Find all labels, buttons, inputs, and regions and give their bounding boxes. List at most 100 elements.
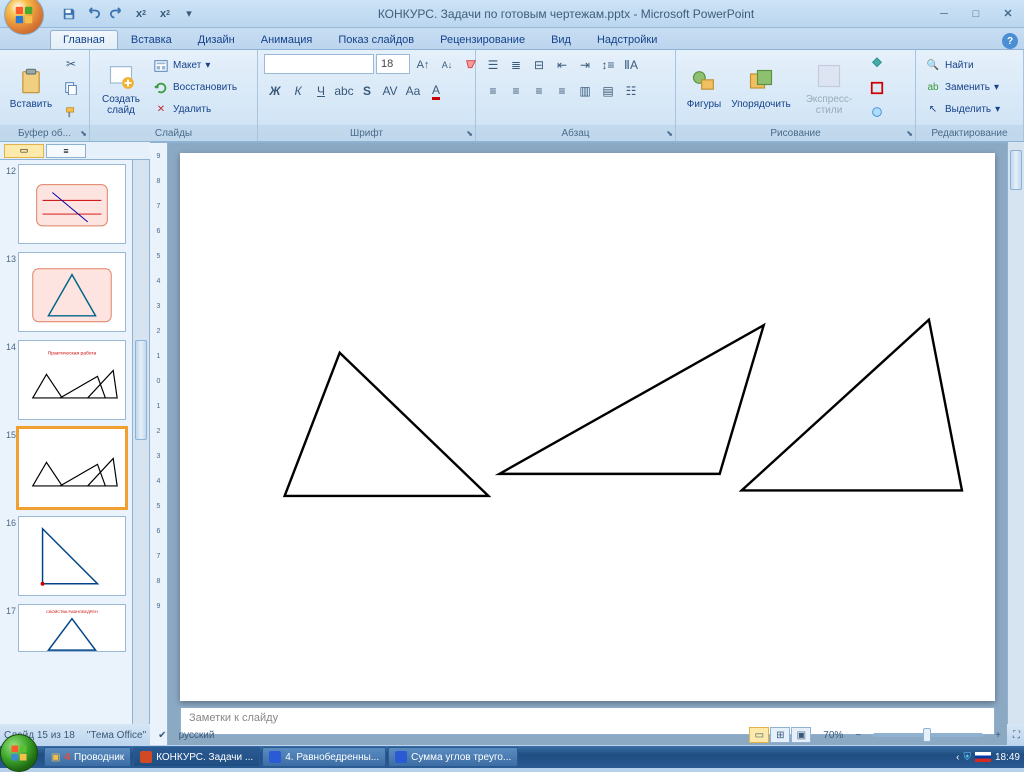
reset-button[interactable]: Восстановить	[150, 78, 240, 98]
shape-effects-icon[interactable]	[866, 101, 888, 123]
shrink-font-icon[interactable]: A↓	[436, 54, 458, 76]
increase-indent-icon[interactable]: ⇥	[574, 54, 596, 76]
tray-chevron-icon[interactable]: ‹	[956, 752, 959, 763]
slides-tab[interactable]: ▭	[4, 144, 44, 158]
decrease-indent-icon[interactable]: ⇤	[551, 54, 573, 76]
task-explorer[interactable]: ▣4 Проводник	[44, 747, 131, 767]
minimize-button[interactable]: ─	[932, 5, 956, 23]
spellcheck-icon[interactable]: ✔	[158, 730, 166, 741]
task-word1[interactable]: 4. Равнобедренны...	[262, 747, 386, 767]
close-button[interactable]: ✕	[996, 5, 1020, 23]
quick-styles-button[interactable]: Экспресс-стили	[796, 53, 862, 123]
strike-icon[interactable]: abc	[333, 80, 355, 102]
multilevel-icon[interactable]: ⊟	[528, 54, 550, 76]
undo-icon[interactable]	[82, 4, 104, 24]
ruler-vertical[interactable]: 9876543210123456789	[150, 143, 168, 745]
italic-icon[interactable]: К	[287, 80, 309, 102]
tab-animation[interactable]: Анимация	[248, 30, 326, 49]
find-button[interactable]: 🔍Найти	[922, 56, 1003, 76]
slideshow-view-icon[interactable]: ▣	[791, 727, 811, 743]
align-right-icon[interactable]: ≡	[528, 80, 550, 102]
text-direction-icon[interactable]: ⅡA	[620, 54, 642, 76]
drawing-group-label: Рисование	[770, 128, 820, 139]
normal-view-icon[interactable]: ▭	[749, 727, 769, 743]
font-size-combo[interactable]: 18	[376, 54, 410, 74]
thumb-17[interactable]: СВОЙСТВА РАВНОБЕДРЕН	[18, 604, 126, 652]
tab-insert[interactable]: Вставка	[118, 30, 185, 49]
select-button[interactable]: ↖Выделить ▾	[922, 100, 1003, 120]
thumbs-scrollbar[interactable]	[132, 160, 149, 724]
sorter-view-icon[interactable]: ⊞	[770, 727, 790, 743]
editor-scrollbar[interactable]	[1007, 142, 1024, 724]
bold-icon[interactable]: Ж	[264, 80, 286, 102]
thumb-15[interactable]	[18, 428, 126, 508]
delete-button[interactable]: ✕Удалить	[150, 100, 240, 120]
thumbnails[interactable]: 12 13 14 Практическая работа 15 16 17 СВ…	[0, 160, 132, 724]
justify-icon[interactable]: ≡	[551, 80, 573, 102]
tab-review[interactable]: Рецензирование	[427, 30, 538, 49]
tab-design[interactable]: Дизайн	[185, 30, 248, 49]
thumb-12[interactable]	[18, 164, 126, 244]
slide-canvas[interactable]	[180, 153, 995, 701]
zoom-value[interactable]: 70%	[823, 730, 843, 741]
shape-outline-icon[interactable]	[866, 77, 888, 99]
status-lang[interactable]: русский	[179, 730, 215, 741]
maximize-button[interactable]: □	[964, 5, 988, 23]
fit-icon[interactable]: ⛶	[1013, 730, 1020, 741]
start-button[interactable]	[0, 734, 38, 772]
align-center-icon[interactable]: ≡	[505, 80, 527, 102]
shadow-icon[interactable]: S	[356, 80, 378, 102]
task-powerpoint[interactable]: КОНКУРС. Задачи ...	[133, 747, 260, 767]
arrange-button[interactable]: Упорядочить	[730, 53, 792, 123]
save-icon[interactable]	[58, 4, 80, 24]
clock[interactable]: 18:49	[995, 752, 1020, 763]
align-left-icon[interactable]: ≡	[482, 80, 504, 102]
align-text-icon[interactable]: ▤	[597, 80, 619, 102]
launcher-icon[interactable]: ⬊	[906, 129, 913, 138]
copy-icon[interactable]	[60, 77, 82, 99]
zoom-in-icon[interactable]: +	[995, 730, 1001, 741]
redo-icon[interactable]	[106, 4, 128, 24]
change-case-icon[interactable]: Aa	[402, 80, 424, 102]
numbering-icon[interactable]: ≣	[505, 54, 527, 76]
thumb-13[interactable]	[18, 252, 126, 332]
shape-fill-icon[interactable]	[866, 53, 888, 75]
font-family-combo[interactable]	[264, 54, 374, 74]
superscript-icon[interactable]: x2	[154, 4, 176, 24]
font-color-icon[interactable]: A	[425, 80, 447, 102]
paste-button[interactable]: Вставить	[6, 53, 56, 123]
replace-button[interactable]: abЗаменить ▾	[922, 78, 1003, 98]
zoom-out-icon[interactable]: −	[855, 730, 861, 741]
tray-shield-icon[interactable]: ⛨	[963, 752, 971, 763]
thumb-16[interactable]	[18, 516, 126, 596]
new-slide-button[interactable]: Создать слайд	[96, 53, 146, 123]
launcher-icon[interactable]: ⬊	[666, 129, 673, 138]
new-slide-label: Создать слайд	[96, 94, 146, 116]
tab-slideshow[interactable]: Показ слайдов	[325, 30, 427, 49]
help-icon[interactable]: ?	[1002, 33, 1018, 49]
tab-home[interactable]: Главная	[50, 30, 118, 49]
grow-font-icon[interactable]: A↑	[412, 54, 434, 76]
layout-button[interactable]: Макет ▾	[150, 56, 240, 76]
launcher-icon[interactable]: ⬊	[466, 129, 473, 138]
line-spacing-icon[interactable]: ↕≡	[597, 54, 619, 76]
subscript-icon[interactable]: x2	[130, 4, 152, 24]
tab-addins[interactable]: Надстройки	[584, 30, 670, 49]
task-word2[interactable]: Сумма углов треуго...	[388, 747, 518, 767]
thumb-14[interactable]: Практическая работа	[18, 340, 126, 420]
launcher-icon[interactable]: ⬊	[80, 129, 87, 138]
underline-icon[interactable]: Ч	[310, 80, 332, 102]
outline-tab[interactable]: ≡	[46, 144, 86, 158]
bullets-icon[interactable]: ☰	[482, 54, 504, 76]
tab-view[interactable]: Вид	[538, 30, 584, 49]
qat-dropdown-icon[interactable]: ▾	[178, 4, 200, 24]
language-flag[interactable]	[975, 752, 991, 762]
shapes-button[interactable]: Фигуры	[682, 53, 726, 123]
char-spacing-icon[interactable]: AV	[379, 80, 401, 102]
notes-pane[interactable]: Заметки к слайду	[180, 707, 995, 735]
cut-icon[interactable]: ✂	[60, 53, 82, 75]
format-painter-icon[interactable]	[60, 101, 82, 123]
smartart-icon[interactable]: ☷	[620, 80, 642, 102]
zoom-slider[interactable]	[873, 733, 983, 737]
columns-icon[interactable]: ▥	[574, 80, 596, 102]
